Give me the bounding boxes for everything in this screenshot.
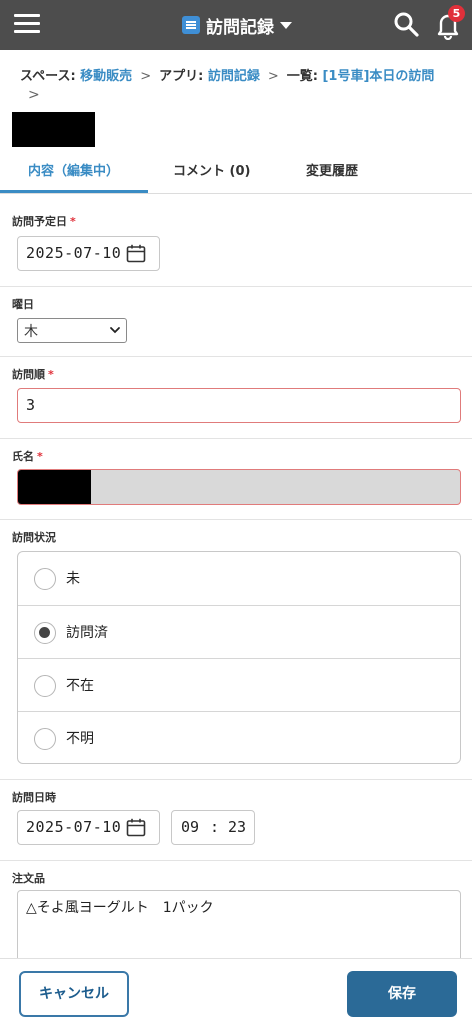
breadcrumb-app-link[interactable]: 訪問記録: [208, 69, 260, 84]
radio-option-label: 未: [66, 571, 80, 587]
section-divider: [0, 356, 472, 357]
weekday-label: 曜日: [12, 298, 34, 311]
breadcrumb-separator: >: [267, 69, 279, 84]
record-title-redacted: [12, 112, 95, 147]
visit-date-label: 訪問予定日 *: [12, 215, 76, 228]
visit-time-hour[interactable]: 09: [181, 818, 199, 836]
app-list-icon: [182, 16, 200, 34]
name-label: 氏名 *: [12, 450, 43, 463]
visit-datetime-label: 訪問日時: [12, 791, 56, 804]
radio-option-未[interactable]: 未: [18, 552, 460, 605]
save-button[interactable]: 保存: [347, 971, 457, 1017]
visit-date-field[interactable]: 2025-07-10: [17, 236, 160, 271]
top-bar: 訪問記録 5: [0, 0, 472, 50]
name-input[interactable]: [17, 469, 461, 505]
section-divider: [0, 519, 472, 520]
breadcrumb-app-label: アプリ:: [159, 69, 204, 84]
breadcrumb-separator: >: [140, 69, 152, 84]
section-divider: [0, 286, 472, 287]
calendar-icon[interactable]: [126, 818, 146, 837]
weekday-value: 木: [24, 324, 38, 340]
notification-badge: 5: [448, 5, 465, 22]
caret-down-icon: [280, 21, 292, 29]
breadcrumb-list-link[interactable]: [1号車]本日の訪問: [322, 69, 434, 84]
hamburger-menu-icon[interactable]: [14, 13, 40, 35]
record-tabs: 内容（編集中） コメント (0) 変更履歴: [0, 150, 472, 194]
visit-status-radio-group: 未 訪問済 不在 不明: [17, 551, 461, 764]
visit-order-value: 3: [26, 396, 36, 414]
action-footer: キャンセル 保存: [0, 958, 472, 1024]
radio-button[interactable]: [34, 728, 56, 750]
breadcrumb-space-label: スペース:: [20, 69, 76, 84]
visit-status-label: 訪問状況: [12, 531, 56, 544]
section-divider: [0, 860, 472, 861]
breadcrumb-list-label: 一覧:: [286, 69, 318, 84]
name-value-redacted: [18, 470, 91, 504]
radio-option-label: 不在: [66, 678, 94, 694]
radio-button-checked[interactable]: [34, 622, 56, 644]
breadcrumb-space-link[interactable]: 移動販売: [80, 69, 132, 84]
radio-option-label: 訪問済: [66, 625, 108, 641]
radio-option-label: 不明: [66, 731, 94, 747]
chevron-down-icon: [110, 327, 120, 334]
visit-time-minute[interactable]: 23: [228, 818, 246, 836]
radio-button[interactable]: [34, 675, 56, 697]
search-icon[interactable]: [393, 11, 419, 37]
radio-option-訪問済[interactable]: 訪問済: [18, 606, 460, 659]
visit-date-value: 2025-07-10: [26, 244, 122, 262]
tab-history[interactable]: 変更履歴: [306, 160, 358, 179]
order-items-label: 注文品: [12, 872, 45, 885]
app-title: 訪問記録: [206, 17, 274, 38]
visit-datetime-date-field[interactable]: 2025-07-10: [17, 810, 160, 845]
visit-time-field[interactable]: 09 : 23: [171, 810, 255, 845]
tab-comments[interactable]: コメント (0): [173, 160, 250, 179]
visit-order-input[interactable]: 3: [17, 388, 461, 423]
visit-order-label: 訪問順 *: [12, 368, 54, 381]
radio-option-不在[interactable]: 不在: [18, 659, 460, 712]
breadcrumb-separator: >: [28, 87, 40, 103]
weekday-select[interactable]: 木: [17, 318, 127, 343]
radio-option-不明[interactable]: 不明: [18, 712, 460, 765]
tab-content-editing[interactable]: 内容（編集中）: [28, 160, 119, 179]
calendar-icon[interactable]: [126, 244, 146, 263]
cancel-button[interactable]: キャンセル: [19, 971, 129, 1017]
section-divider: [0, 779, 472, 780]
app-switcher[interactable]: 訪問記録: [182, 14, 292, 38]
visit-time-colon: :: [210, 818, 220, 836]
active-tab-indicator: [0, 190, 148, 193]
section-divider: [0, 438, 472, 439]
breadcrumb: スペース: 移動販売 > アプリ: 訪問記録 > 一覧: [1号車]本日の訪問: [20, 67, 460, 87]
visit-datetime-date-value: 2025-07-10: [26, 818, 122, 836]
radio-button[interactable]: [34, 568, 56, 590]
